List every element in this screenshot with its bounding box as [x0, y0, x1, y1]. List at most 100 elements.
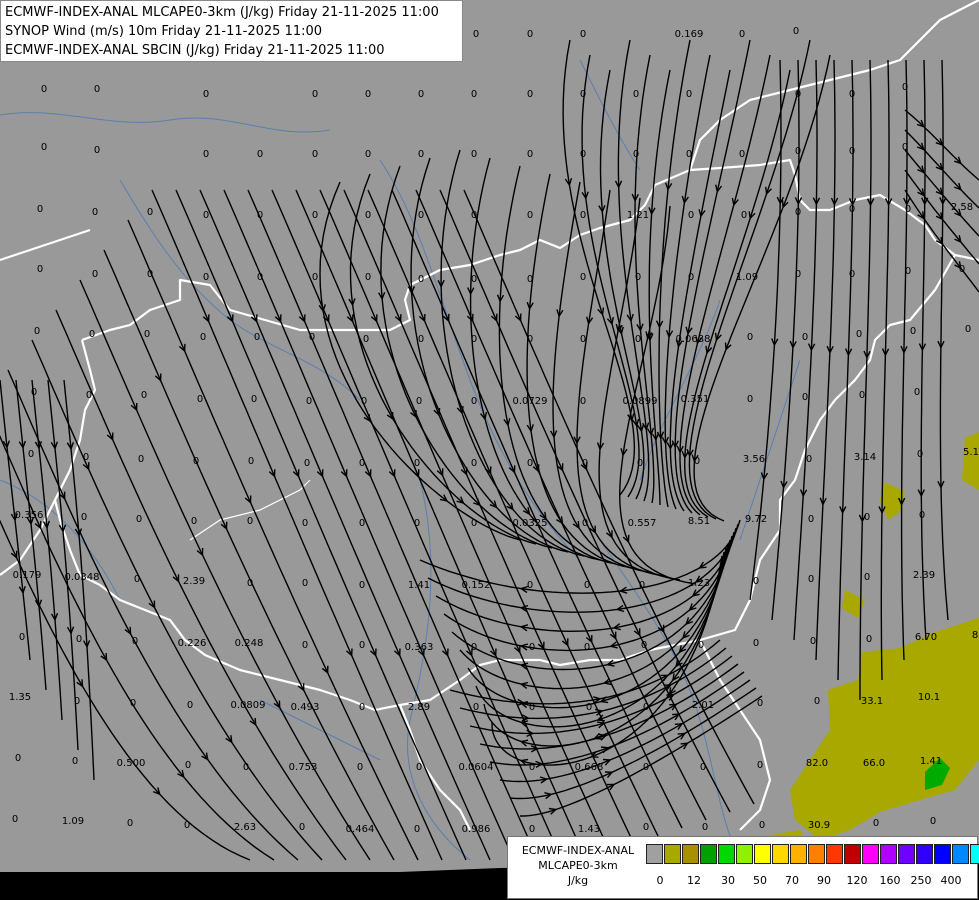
- cin-value-label: 0: [247, 578, 253, 589]
- cin-value-label: 0: [37, 264, 43, 275]
- cin-value-label: 66.0: [863, 758, 885, 769]
- cin-value-label: 0: [686, 89, 692, 100]
- cin-value-label: 0.179: [13, 570, 42, 581]
- legend-swatch: [898, 844, 915, 864]
- cin-value-label: 0: [147, 269, 153, 280]
- cin-value-label: 0: [81, 512, 87, 523]
- cin-value-label: 0: [134, 574, 140, 585]
- cin-value-label: 0: [130, 698, 136, 709]
- cin-value-label: 1.41: [920, 756, 942, 767]
- cin-value-label: 0: [312, 272, 318, 283]
- cin-value-label: 0: [633, 89, 639, 100]
- cin-value-label: 0: [586, 702, 592, 713]
- cin-value-label: 0: [873, 818, 879, 829]
- cin-value-label: 0: [635, 272, 641, 283]
- cin-value-label: 0: [747, 394, 753, 405]
- cin-value-label: 2.58: [951, 202, 973, 213]
- cin-value-label: 0: [76, 634, 82, 645]
- cin-value-label: 1.21: [627, 210, 649, 221]
- cin-value-label: 0: [580, 89, 586, 100]
- cin-value-label: 0: [132, 636, 138, 647]
- legend-title-line: MLCAPE0-3km: [538, 859, 618, 872]
- cin-value-label: 0: [473, 702, 479, 713]
- cin-value-label: 0: [739, 149, 745, 160]
- legend-swatch: [952, 844, 969, 864]
- cin-value-label: 0: [686, 149, 692, 160]
- cin-value-label: 0: [34, 326, 40, 337]
- cin-value-label: 0: [19, 632, 25, 643]
- cin-value-label: 0: [527, 29, 533, 40]
- cin-value-label: 0: [643, 762, 649, 773]
- cin-value-label: 0: [527, 210, 533, 221]
- cin-value-label: 0: [414, 518, 420, 529]
- cin-value-label: 0: [471, 518, 477, 529]
- cin-value-label: 0: [361, 396, 367, 407]
- cin-value-label: 0: [808, 514, 814, 525]
- cin-value-label: 0: [753, 638, 759, 649]
- cin-value-label: 3.14: [854, 452, 876, 463]
- cin-value-label: 0.557: [628, 518, 657, 529]
- cin-value-label: 0: [200, 332, 206, 343]
- cin-value-label: 0: [312, 210, 318, 221]
- cin-value-label: 0: [306, 396, 312, 407]
- cin-value-label: 0: [254, 332, 260, 343]
- cin-value-label: 0.500: [117, 758, 146, 769]
- cin-value-label: 0: [41, 84, 47, 95]
- cin-value-label: 0: [471, 334, 477, 345]
- cin-value-label: 0: [808, 574, 814, 585]
- cin-value-label: 8: [972, 630, 978, 641]
- cin-value-label: 6.70: [915, 632, 937, 643]
- cin-value-label: 0: [89, 329, 95, 340]
- cin-value-label: 0: [312, 89, 318, 100]
- cin-value-label: 0: [580, 272, 586, 283]
- cin-value-label: 9.72: [745, 514, 767, 525]
- title-line-wind: SYNOP Wind (m/s) 10m Friday 21-11-2025 1…: [5, 24, 323, 39]
- legend-tick-label: 160: [879, 874, 901, 887]
- cin-value-label: 0: [92, 207, 98, 218]
- color-legend: ECMWF-INDEX-ANAL MLCAPE0-3km J/kg 0 12 30 5…: [507, 836, 979, 899]
- legend-tick-label: 250: [910, 874, 932, 887]
- legend-tick-label: 50: [753, 874, 767, 887]
- cin-value-label: 0: [739, 29, 745, 40]
- cin-value-label: 0: [688, 272, 694, 283]
- cin-value-label: 0: [94, 145, 100, 156]
- legend-swatch: [646, 844, 663, 864]
- cin-value-label: 0: [905, 266, 911, 277]
- cin-value-label: 0: [747, 332, 753, 343]
- cin-value-label: 2.39: [913, 570, 935, 581]
- cin-value-label: 0: [359, 458, 365, 469]
- cin-value-label: 0: [866, 634, 872, 645]
- cin-value-label: 0: [643, 822, 649, 833]
- legend-swatch: [754, 844, 771, 864]
- cin-value-label: 0: [203, 149, 209, 160]
- legend-swatch: [718, 844, 735, 864]
- cin-value-label: 0: [203, 89, 209, 100]
- cin-value-label: 0: [257, 272, 263, 283]
- cin-value-label: 0: [633, 149, 639, 160]
- cin-value-label: 0: [359, 518, 365, 529]
- legend-swatch: [826, 844, 843, 864]
- legend-tick-label: 0: [656, 874, 664, 887]
- cin-value-label: 1.43: [578, 824, 600, 835]
- legend-swatch: [970, 844, 979, 864]
- cin-value-label: 0: [580, 210, 586, 221]
- legend-swatches: [646, 844, 979, 866]
- cin-value-label: 0: [304, 458, 310, 469]
- cin-value-label: 0: [580, 29, 586, 40]
- cin-value-label: 0: [251, 394, 257, 405]
- cin-value-label: 0: [529, 762, 535, 773]
- cin-value-label: 0.0899: [623, 396, 658, 407]
- cin-value-label: 0: [529, 642, 535, 653]
- cin-value-label: 0: [584, 642, 590, 653]
- cin-value-label: 0: [86, 390, 92, 401]
- cin-value-label: 0: [418, 89, 424, 100]
- cin-value-label: 0: [694, 456, 700, 467]
- cin-value-label: 1.09: [736, 272, 758, 283]
- cin-value-label: 0: [905, 204, 911, 215]
- cin-value-label: 30.9: [808, 820, 830, 831]
- cin-value-label: 0.0348: [65, 572, 100, 583]
- weather-map[interactable]: 0 0 0 0 0 0 0 0 0 0 0 0 0 0 0 0 0 0 0 0.169 0 0 0 0 0 0 0 0 0 0 0 0 0 0 0 0…: [0, 0, 979, 900]
- cin-value-label: 0: [959, 264, 965, 275]
- legend-swatch: [736, 844, 753, 864]
- legend-tick-label: 12: [687, 874, 701, 887]
